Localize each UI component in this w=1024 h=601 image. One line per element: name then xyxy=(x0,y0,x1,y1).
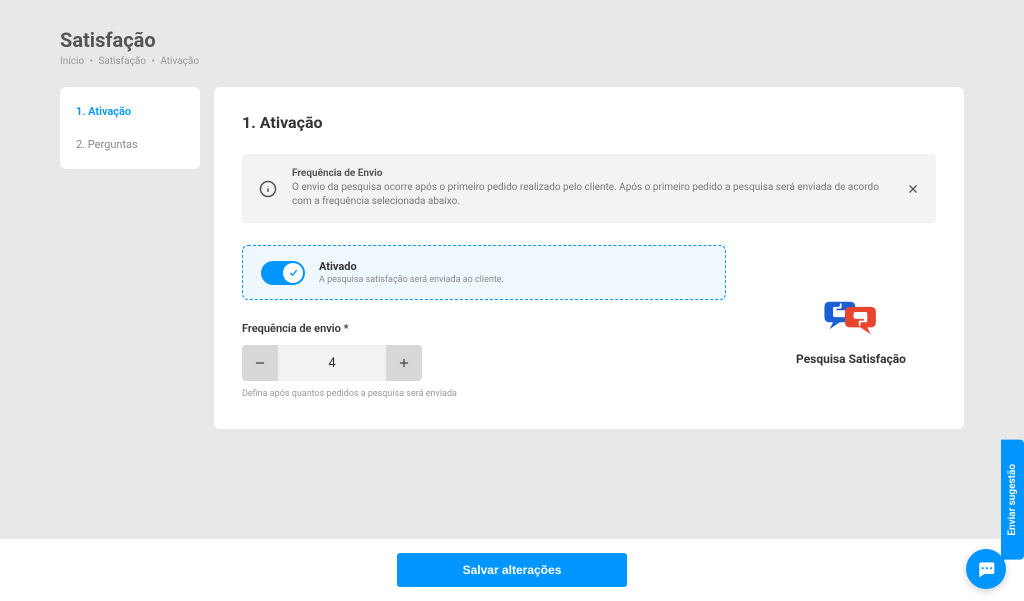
sidebar: 1. Ativação 2. Perguntas xyxy=(60,87,200,169)
toggle-title: Ativado xyxy=(319,260,504,273)
frequency-stepper: 4 xyxy=(242,345,422,381)
footer-bar: Salvar alterações xyxy=(0,539,1024,601)
toggle-card: Ativado A pesquisa satisfação será envia… xyxy=(242,245,726,300)
activation-right: Pesquisa Satisfação xyxy=(766,245,936,399)
stepper-increment[interactable] xyxy=(386,345,422,381)
breadcrumb-item-current: Ativação xyxy=(160,56,199,67)
sidebar-item-ativacao[interactable]: 1. Ativação xyxy=(60,95,200,128)
breadcrumb: Início • Satisfação • Ativação xyxy=(60,56,964,67)
feedback-tab[interactable]: Enviar sugestão xyxy=(1001,440,1024,560)
toggle-knob xyxy=(283,263,303,283)
info-desc: O envio da pesquisa ocorre após o primei… xyxy=(292,181,892,209)
info-box: Frequência de Envio O envio da pesquisa … xyxy=(242,154,936,223)
stepper-value: 4 xyxy=(278,345,386,381)
satisfaction-survey-icon xyxy=(821,298,881,342)
frequency-label: Frequência de envio * xyxy=(242,322,726,335)
activation-toggle[interactable] xyxy=(261,261,305,285)
info-icon xyxy=(258,179,278,199)
sidebar-item-label: 1. Ativação xyxy=(76,105,131,118)
page-title: Satisfação xyxy=(60,28,964,52)
breadcrumb-item-satisfacao[interactable]: Satisfação xyxy=(98,56,146,67)
section-title: 1. Ativação xyxy=(242,113,936,132)
toggle-desc: A pesquisa satisfação será enviada ao cl… xyxy=(319,275,504,285)
page-header: Satisfação Início • Satisfação • Ativaçã… xyxy=(60,28,964,67)
activation-left: Ativado A pesquisa satisfação será envia… xyxy=(242,245,726,399)
sidebar-item-perguntas[interactable]: 2. Perguntas xyxy=(60,128,200,161)
info-title: Frequência de Envio xyxy=(292,168,892,179)
sidebar-item-label: 2. Perguntas xyxy=(76,138,138,151)
main-card: 1. Ativação Frequência de Envio O envio … xyxy=(214,87,964,429)
breadcrumb-separator: • xyxy=(151,56,154,67)
toggle-text: Ativado A pesquisa satisfação será envia… xyxy=(319,260,504,285)
save-button[interactable]: Salvar alterações xyxy=(397,553,627,587)
satisfaction-survey-label: Pesquisa Satisfação xyxy=(796,352,906,366)
stepper-decrement[interactable] xyxy=(242,345,278,381)
info-text: Frequência de Envio O envio da pesquisa … xyxy=(292,168,892,209)
breadcrumb-separator: • xyxy=(90,56,93,67)
close-icon[interactable] xyxy=(906,182,920,196)
chat-bubble-button[interactable] xyxy=(966,549,1006,589)
breadcrumb-item-home[interactable]: Início xyxy=(60,56,84,67)
frequency-hint: Defina após quantos pedidos a pesquisa s… xyxy=(242,389,726,399)
